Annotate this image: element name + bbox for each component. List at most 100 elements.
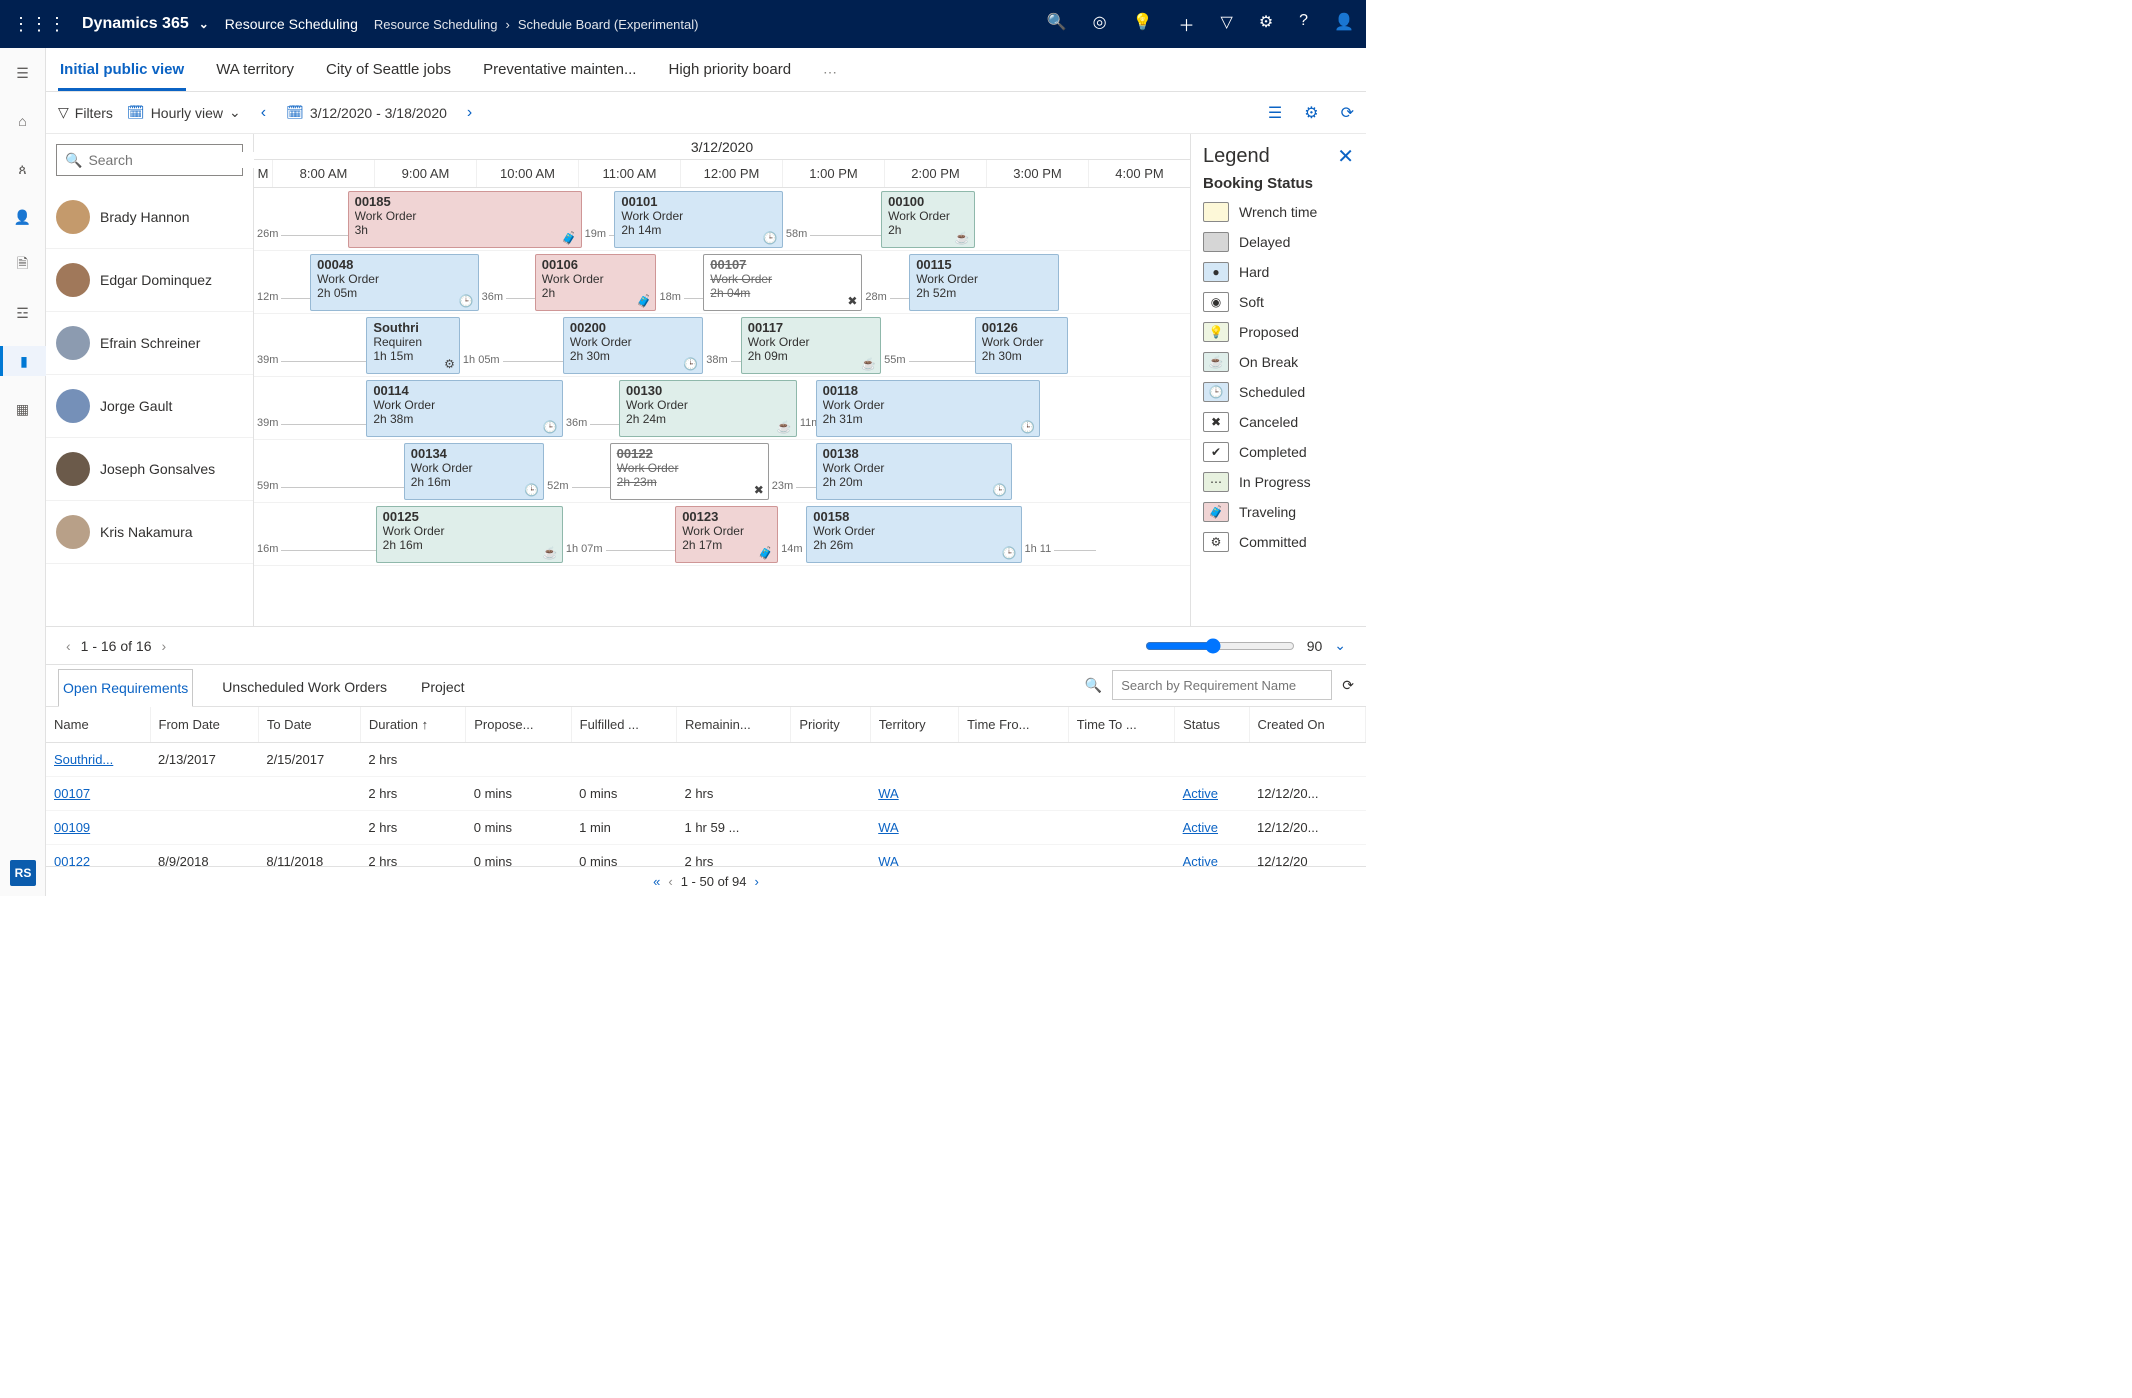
booking-card[interactable]: 00200Work Order2h 30m🕒 xyxy=(563,317,703,374)
grid-header[interactable]: Duration ↑ xyxy=(360,707,465,743)
nav-home-icon[interactable]: ⌂ xyxy=(0,106,46,136)
booking-card[interactable]: 00138Work Order2h 20m🕒 xyxy=(816,443,1013,500)
grid-header[interactable]: To Date xyxy=(258,707,360,743)
grid-header[interactable]: Territory xyxy=(870,707,958,743)
next-range-button[interactable]: › xyxy=(461,104,478,122)
next-page-icon[interactable]: › xyxy=(755,874,759,889)
booking-card[interactable]: 00118Work Order2h 31m🕒 xyxy=(816,380,1041,437)
grid-header[interactable]: From Date xyxy=(150,707,258,743)
booking-card[interactable]: 00114Work Order2h 38m🕒 xyxy=(366,380,563,437)
first-page-icon[interactable]: « xyxy=(653,874,660,889)
search-input[interactable] xyxy=(88,152,269,168)
add-icon[interactable]: ＋ xyxy=(1179,12,1195,36)
booking-card[interactable]: 00115Work Order2h 52m xyxy=(909,254,1059,311)
status-link[interactable]: Active xyxy=(1183,786,1218,801)
grid-header[interactable]: Time To ... xyxy=(1068,707,1174,743)
close-icon[interactable]: ✕ xyxy=(1337,144,1354,169)
gear-icon[interactable]: ⚙ xyxy=(1259,12,1273,36)
bulb-icon[interactable]: 💡 xyxy=(1133,12,1153,36)
grid-row[interactable]: 001072 hrs0 mins0 mins2 hrsWAActive12/12… xyxy=(46,777,1366,811)
board-tab[interactable]: Initial public view xyxy=(58,51,186,91)
resource-row[interactable]: Edgar Dominquez xyxy=(46,249,253,312)
booking-card[interactable]: 00158Work Order2h 26m🕒 xyxy=(806,506,1021,563)
grid-row[interactable]: 001092 hrs0 mins1 min1 hr 59 ...WAActive… xyxy=(46,811,1366,845)
resource-row[interactable]: Efrain Schreiner xyxy=(46,312,253,375)
territory-link[interactable]: WA xyxy=(878,820,898,835)
req-name-link[interactable]: 00107 xyxy=(54,786,90,801)
resource-row[interactable]: Jorge Gault xyxy=(46,375,253,438)
settings-icon[interactable]: ⚙ xyxy=(1304,103,1318,123)
list-icon[interactable]: ☰ xyxy=(1268,103,1282,123)
grid-row[interactable]: 001228/9/20188/11/20182 hrs0 mins0 mins2… xyxy=(46,845,1366,867)
grid-header[interactable]: Time Fro... xyxy=(959,707,1069,743)
booking-card[interactable]: 00125Work Order2h 16m☕ xyxy=(376,506,563,563)
prev-range-button[interactable]: ‹ xyxy=(255,104,272,122)
help-icon[interactable]: ? xyxy=(1299,12,1308,36)
booking-card[interactable]: 00101Work Order2h 14m🕒 xyxy=(614,191,782,248)
refresh-icon[interactable]: ⟳ xyxy=(1342,677,1354,694)
booking-card[interactable]: 00117Work Order2h 09m☕ xyxy=(741,317,881,374)
booking-card[interactable]: 00123Work Order2h 17m🧳 xyxy=(675,506,778,563)
status-link[interactable]: Active xyxy=(1183,854,1218,866)
booking-card[interactable]: SouthriRequiren1h 15m⚙ xyxy=(366,317,460,374)
zoom-slider[interactable] xyxy=(1145,638,1295,654)
brand[interactable]: Dynamics 365 ⌄ xyxy=(82,15,209,33)
resource-row[interactable]: Brady Hannon xyxy=(46,186,253,249)
app-badge[interactable]: RS xyxy=(10,860,36,886)
grid-row[interactable]: Southrid...2/13/20172/15/20172 hrs xyxy=(46,743,1366,777)
booking-card[interactable]: 00134Work Order2h 16m🕒 xyxy=(404,443,544,500)
req-tab[interactable]: Project xyxy=(416,668,470,706)
nav-calendar-icon[interactable]: ▦ xyxy=(0,394,46,424)
nav-menu-icon[interactable]: ☰ xyxy=(0,58,46,88)
resource-search[interactable]: 🔍 xyxy=(56,144,243,176)
grid-header[interactable]: Created On xyxy=(1249,707,1365,743)
nav-people-icon[interactable]: ጰ xyxy=(0,154,46,184)
grid-header[interactable]: Name xyxy=(46,707,150,743)
nav-doc-icon[interactable]: 🗎 xyxy=(0,250,46,280)
date-range[interactable]: 🗓 3/12/2020 - 3/18/2020 xyxy=(286,104,447,121)
territory-link[interactable]: WA xyxy=(878,854,898,866)
filter-icon[interactable]: ▽ xyxy=(1221,12,1233,36)
search-icon[interactable]: 🔍 xyxy=(1085,677,1102,694)
req-tab[interactable]: Open Requirements xyxy=(58,669,193,707)
status-link[interactable]: Active xyxy=(1183,820,1218,835)
booking-card[interactable]: 00048Work Order2h 05m🕒 xyxy=(310,254,478,311)
filters-button[interactable]: ▽ Filters xyxy=(58,104,113,121)
booking-card[interactable]: 00126Work Order2h 30m xyxy=(975,317,1069,374)
req-name-link[interactable]: Southrid... xyxy=(54,752,113,767)
nav-list-icon[interactable]: ☲ xyxy=(0,298,46,328)
more-tabs-icon[interactable]: ⋯ xyxy=(821,54,839,91)
grid-header[interactable]: Remainin... xyxy=(676,707,790,743)
grid-header[interactable]: Propose... xyxy=(466,707,571,743)
req-tab[interactable]: Unscheduled Work Orders xyxy=(217,668,392,706)
board-tab[interactable]: High priority board xyxy=(666,51,793,91)
nav-person-icon[interactable]: 👤 xyxy=(0,202,46,232)
booking-card[interactable]: 00100Work Order2h☕ xyxy=(881,191,975,248)
task-icon[interactable]: ◎ xyxy=(1093,12,1107,36)
booking-card[interactable]: 00122Work Order2h 23m✖ xyxy=(610,443,769,500)
resource-row[interactable]: Kris Nakamura xyxy=(46,501,253,564)
grid-header[interactable]: Priority xyxy=(791,707,870,743)
view-switch[interactable]: 🗓 Hourly view ⌄ xyxy=(127,104,241,121)
user-icon[interactable]: 👤 xyxy=(1334,12,1354,36)
booking-card[interactable]: 00185Work Order3h🧳 xyxy=(348,191,582,248)
prev-page-icon[interactable]: ‹ xyxy=(66,638,71,654)
board-tab[interactable]: City of Seattle jobs xyxy=(324,51,453,91)
booking-card[interactable]: 00107Work Order2h 04m✖ xyxy=(703,254,862,311)
req-search-input[interactable] xyxy=(1112,670,1332,700)
grid-header[interactable]: Fulfilled ... xyxy=(571,707,676,743)
booking-card[interactable]: 00130Work Order2h 24m☕ xyxy=(619,380,797,437)
grid-header[interactable]: Status xyxy=(1175,707,1249,743)
req-name-link[interactable]: 00109 xyxy=(54,820,90,835)
app-launcher-icon[interactable]: ⋮⋮⋮ xyxy=(12,14,66,35)
territory-link[interactable]: WA xyxy=(878,786,898,801)
crumb-root[interactable]: Resource Scheduling xyxy=(374,17,498,32)
board-tab[interactable]: WA territory xyxy=(214,51,296,91)
nav-schedule-icon[interactable]: ▮ xyxy=(0,346,46,376)
prev-page-icon[interactable]: ‹ xyxy=(668,874,672,889)
board-tab[interactable]: Preventative mainten... xyxy=(481,51,638,91)
booking-card[interactable]: 00106Work Order2h🧳 xyxy=(535,254,657,311)
resource-row[interactable]: Joseph Gonsalves xyxy=(46,438,253,501)
next-page-icon[interactable]: › xyxy=(162,638,167,654)
req-name-link[interactable]: 00122 xyxy=(54,854,90,866)
